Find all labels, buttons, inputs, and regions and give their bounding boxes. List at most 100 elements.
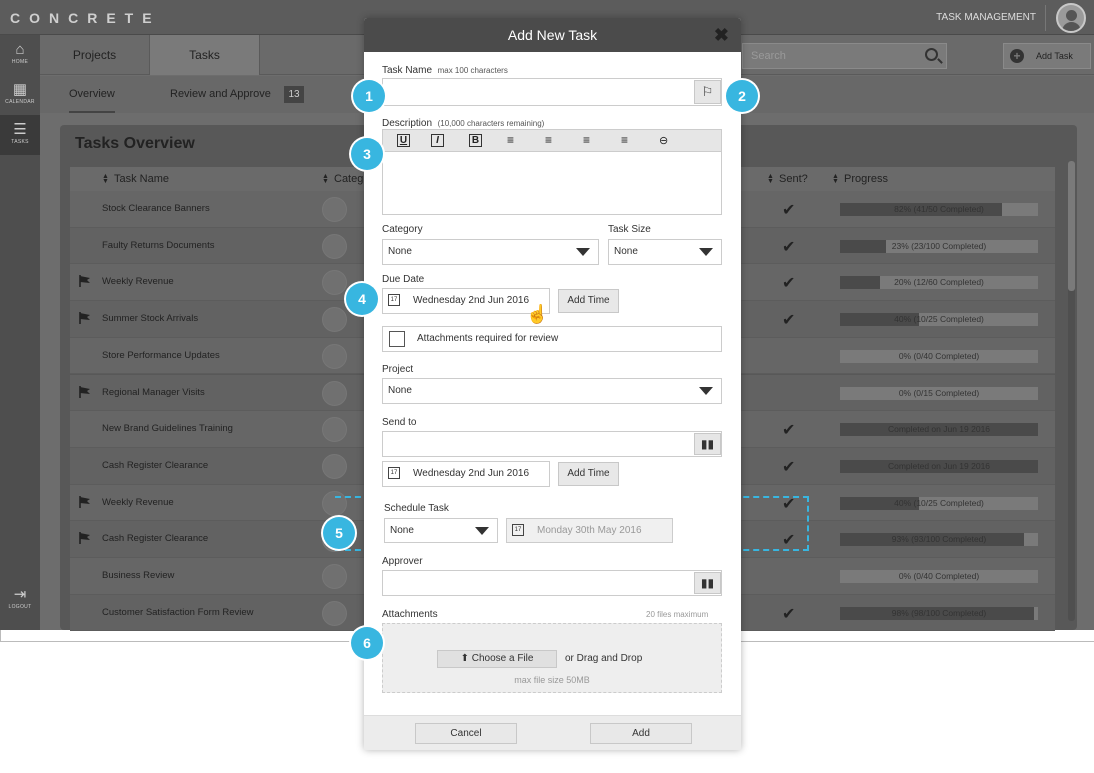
progress-bar: Completed on Jun 19 2016 [840, 459, 1038, 473]
italic-icon[interactable]: I [431, 134, 444, 147]
task-name-hint: max 100 characters [437, 66, 508, 75]
tab-overview[interactable]: Overview [69, 76, 115, 113]
check-icon: ✔ [782, 202, 796, 219]
file-drop-zone[interactable]: ⬆ Choose a File or Drag and Drop max fil… [382, 623, 722, 693]
task-name[interactable]: Cash Register Clearance [102, 533, 208, 544]
add-time-button[interactable]: Add Time [558, 289, 619, 313]
task-name-label: Task Name max 100 characters [382, 65, 508, 76]
category-icon [322, 564, 347, 589]
sidebar-item-home[interactable]: ⌂ HOME [0, 35, 40, 75]
callout-marker-2: 2 [726, 80, 758, 112]
column-task-name[interactable]: ▲ ▼ Task Name [102, 173, 169, 185]
sidebar: ⌂ HOME ▦ CALENDAR ☰ TASKS ⇥ LOGOUT [0, 35, 40, 630]
attachments-required-checkbox-row[interactable]: Attachments required for review [382, 326, 722, 352]
progress-bar: 0% (0/15 Completed) [840, 386, 1038, 400]
calendar-icon: 17 [512, 524, 524, 536]
progress-label: Completed on Jun 19 2016 [887, 424, 991, 435]
column-progress[interactable]: ▲ ▼ Progress [832, 173, 888, 185]
task-name[interactable]: Stock Clearance Banners [102, 203, 210, 214]
scrollbar-thumb[interactable] [1068, 161, 1075, 291]
task-name-input[interactable] [382, 78, 722, 106]
task-name[interactable]: Weekly Revenue [102, 497, 174, 508]
logout-button[interactable]: ⇥ LOGOUT [0, 580, 40, 620]
bold-icon[interactable]: B [469, 134, 482, 147]
description-editor[interactable]: U I B ≡ ≡ ≡ ≡ ⊖ [382, 129, 722, 215]
task-name[interactable]: New Brand Guidelines Training [102, 423, 233, 434]
schedule-date-input[interactable]: 17 Monday 30th May 2016 [506, 518, 673, 543]
task-name[interactable]: Store Performance Updates [102, 350, 220, 361]
close-icon[interactable]: ✖ [714, 18, 729, 52]
search-input[interactable]: Search [742, 43, 947, 69]
scrollbar[interactable] [1068, 161, 1075, 621]
category-icon [322, 343, 347, 369]
flag-button[interactable]: ⚐ [694, 80, 721, 104]
address-book-icon[interactable]: ▮▮ [694, 572, 721, 594]
choose-file-label: Choose a File [471, 653, 534, 664]
choose-file-button[interactable]: ⬆ Choose a File [437, 650, 557, 668]
task-name-label-text: Task Name [382, 65, 433, 76]
cancel-button[interactable]: Cancel [415, 723, 517, 744]
progress-label: 20% (12/60 Completed) [894, 277, 984, 288]
category-select[interactable]: None [382, 239, 599, 265]
flag-icon[interactable] [78, 274, 92, 288]
project-select[interactable]: None [382, 378, 722, 404]
task-name[interactable]: Cash Register Clearance [102, 460, 208, 471]
send-to-input[interactable] [382, 431, 722, 457]
tab-tasks[interactable]: Tasks [150, 35, 260, 75]
add-task-label: Add Task [1036, 51, 1073, 61]
sidebar-item-label: CALENDAR [5, 99, 35, 105]
send-date-value: Wednesday 2nd Jun 2016 [413, 468, 530, 479]
sidebar-item-calendar[interactable]: ▦ CALENDAR [0, 75, 40, 115]
task-name[interactable]: Business Review [102, 570, 174, 581]
check-icon: ✔ [782, 312, 796, 330]
callout-marker-5: 5 [323, 517, 355, 549]
flag-icon[interactable] [78, 385, 92, 399]
description-label: Description (10,000 characters remaining… [382, 118, 544, 129]
task-name[interactable]: Regional Manager Visits [102, 387, 205, 398]
logout-icon: ⇥ [13, 586, 27, 603]
column-label: Task Name [114, 173, 170, 185]
add-task-button[interactable]: + Add Task [1003, 43, 1091, 69]
modal-header: Add New Task ✖ [364, 18, 741, 52]
address-book-icon[interactable]: ▮▮ [694, 433, 721, 455]
send-date-input[interactable]: 17 Wednesday 2nd Jun 2016 [382, 461, 550, 487]
task-name[interactable]: Weekly Revenue [102, 276, 174, 287]
task-name[interactable]: Faulty Returns Documents [102, 240, 214, 251]
chevron-down-icon [576, 248, 590, 256]
check-icon: ✔ [782, 275, 796, 293]
column-category[interactable]: ▲ ▼ Categ [322, 173, 363, 185]
align-left-icon[interactable]: ≡ [545, 133, 552, 147]
due-date-value: Wednesday 2nd Jun 2016 [413, 295, 530, 306]
checkbox[interactable] [389, 331, 405, 347]
align-right-icon[interactable]: ≡ [621, 133, 628, 147]
column-sent[interactable]: ▲ ▼ Sent? [767, 173, 808, 185]
flag-icon[interactable] [78, 495, 92, 509]
search-icon[interactable] [925, 48, 938, 61]
progress-label: 93% (93/100 Completed) [891, 534, 987, 545]
add-time-button[interactable]: Add Time [558, 462, 619, 486]
sidebar-item-tasks[interactable]: ☰ TASKS [0, 115, 40, 155]
check-icon: ✔ [782, 458, 796, 476]
task-size-select[interactable]: None [608, 239, 722, 265]
due-date-input[interactable]: 17 Wednesday 2nd Jun 2016 [382, 288, 550, 314]
editor-toolbar: U I B ≡ ≡ ≡ ≡ ⊖ [383, 130, 721, 152]
link-icon[interactable]: ⊖ [659, 134, 668, 147]
progress-bar: 98% (98/100 Completed) [840, 606, 1038, 620]
description-hint: (10,000 characters remaining) [437, 119, 545, 128]
approver-input[interactable] [382, 570, 722, 596]
flag-icon[interactable] [78, 531, 92, 545]
schedule-select[interactable]: None [384, 518, 498, 543]
progress-label: Completed on Jun 19 2016 [887, 460, 991, 471]
flag-icon[interactable] [78, 311, 92, 325]
avatar[interactable] [1056, 3, 1086, 33]
category-icon [322, 453, 347, 479]
task-name[interactable]: Customer Satisfaction Form Review [102, 607, 254, 618]
justify-icon[interactable]: ≡ [507, 133, 514, 147]
tab-review-approve[interactable]: Review and Approve [170, 76, 271, 113]
underline-icon[interactable]: U [397, 134, 410, 147]
add-button[interactable]: Add [590, 723, 692, 744]
tab-projects[interactable]: Projects [40, 35, 150, 75]
align-center-icon[interactable]: ≡ [583, 133, 590, 147]
task-name[interactable]: Summer Stock Arrivals [102, 313, 198, 324]
schedule-task-label: Schedule Task [384, 503, 449, 514]
